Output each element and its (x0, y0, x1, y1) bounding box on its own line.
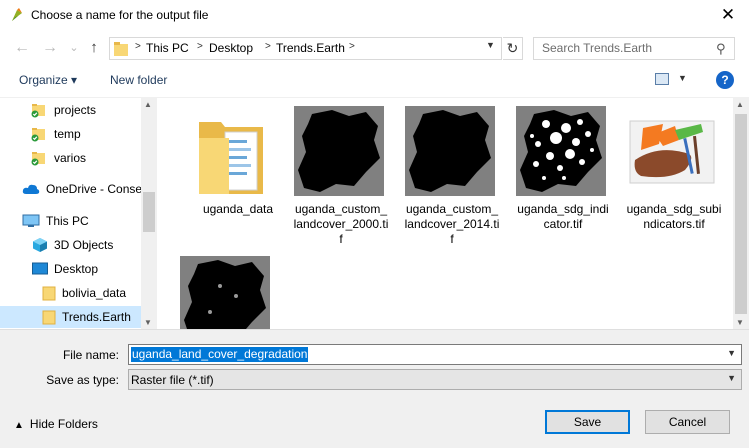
forward-arrow-icon[interactable]: → (40, 38, 60, 58)
refresh-icon[interactable]: ↻ (503, 37, 523, 60)
raster-thumbnail-icon (180, 256, 270, 330)
sidebar-item-temp[interactable]: temp (0, 123, 141, 145)
breadcrumb-this-pc[interactable]: This PC (146, 41, 189, 55)
hide-folders-button[interactable]: ▲ Hide Folders (14, 417, 98, 431)
sidebar-item-desktop[interactable]: Desktop (0, 258, 141, 280)
sidebar-item-label: Trends.Earth (62, 310, 131, 324)
sidebar-item-bolivia-data[interactable]: bolivia_data (0, 282, 141, 304)
sidebar-item-label: temp (54, 127, 81, 141)
window-title: Choose a name for the output file (31, 8, 209, 22)
address-bar[interactable]: > This PC > Desktop > Trends.Earth > ▼ (109, 37, 502, 60)
scrollbar-thumb[interactable] (735, 114, 747, 314)
raster-thumbnail-icon (516, 106, 606, 196)
file-name: uganda_custom_ landcover_2000.ti f (293, 202, 389, 246)
file-item-uganda-data[interactable]: uganda_data (185, 98, 293, 238)
sidebar-item-trends-earth[interactable]: Trends.Earth (0, 306, 141, 328)
scroll-up-icon[interactable]: ▲ (736, 100, 744, 109)
save-as-type-value: Raster file (*.tif) (131, 373, 214, 387)
hide-folders-label: Hide Folders (29, 417, 98, 431)
sidebar-item-varios[interactable]: varios (0, 147, 141, 169)
file-list: uganda_data uganda_custom_ landcover_200… (160, 98, 733, 330)
chevron-down-icon[interactable]: ▼ (486, 40, 496, 50)
large-folder-icon (199, 122, 263, 194)
sidebar-item-label: 3D Objects (54, 238, 114, 252)
new-folder-button[interactable]: New folder (110, 73, 167, 87)
file-name: uganda_sdg_subi ndicators.tif (626, 202, 722, 231)
file-item-landcover-2000[interactable]: uganda_custom_ landcover_2000.ti f (288, 98, 396, 246)
raster-thumbnail-icon (294, 106, 384, 196)
sidebar-item-onedrive[interactable]: OneDrive - Conse (0, 178, 143, 200)
folder-icon (114, 42, 128, 56)
breadcrumb-desktop[interactable]: Desktop (209, 41, 253, 55)
cube-icon (33, 238, 47, 252)
sidebar-item-label: Desktop (54, 262, 99, 276)
file-name: uganda_sdg_indi cator.tif (517, 202, 609, 231)
organize-button[interactable]: Organize ▾ (19, 73, 77, 87)
scrollbar-thumb[interactable] (143, 192, 155, 232)
close-button[interactable]: ✕ (712, 2, 744, 28)
scroll-up-icon[interactable]: ▲ (144, 100, 152, 109)
file-list-scrollbar[interactable]: ▲ ▼ (733, 98, 749, 330)
file-name: uganda_data (202, 202, 274, 216)
save-as-type-select[interactable]: Raster file (*.tif) ▼ (128, 369, 742, 390)
computer-icon (22, 214, 40, 227)
breadcrumb-trends-earth[interactable]: Trends.Earth (276, 41, 345, 55)
chevron-down-icon[interactable]: ▼ (727, 373, 736, 383)
cancel-button[interactable]: Cancel (645, 410, 730, 434)
chevron-down-icon[interactable]: ▼ (678, 73, 687, 83)
file-item-raster[interactable] (174, 248, 282, 330)
search-input[interactable] (542, 41, 712, 55)
folder-icon (42, 310, 56, 325)
breadcrumb-separator: > (265, 41, 271, 52)
title-bar: Choose a name for the output file ✕ (0, 0, 749, 31)
sidebar-item-label: varios (54, 151, 87, 165)
folder-check-icon (31, 152, 45, 166)
breadcrumb-separator: > (349, 41, 355, 52)
recent-locations-icon[interactable]: ⌄ (64, 38, 84, 58)
save-as-type-label: Save as type: (46, 373, 119, 387)
sidebar-item-label: bolivia_data (62, 286, 127, 300)
sidebar-scrollbar[interactable]: ▲ ▼ (141, 98, 157, 330)
file-name-field[interactable]: uganda_land_cover_degradation ▼ (128, 344, 742, 365)
command-bar: Organize ▾ New folder ▼ ? (0, 65, 749, 97)
file-item-sdg-indicator[interactable]: uganda_sdg_indi cator.tif (510, 98, 618, 238)
sidebar-item-this-pc[interactable]: This PC (0, 210, 141, 232)
sidebar-item-3d-objects[interactable]: 3D Objects (0, 234, 141, 256)
file-item-landcover-2014[interactable]: uganda_custom_ landcover_2014.ti f (399, 98, 507, 246)
folder-icon (42, 286, 56, 301)
file-name-label: File name: (62, 348, 119, 362)
folder-check-icon (31, 104, 45, 118)
breadcrumb-separator: > (135, 41, 141, 52)
sidebar-item-projects[interactable]: projects (0, 99, 141, 121)
raster-thumbnail-icon (405, 106, 495, 196)
save-form: File name: uganda_land_cover_degradation… (0, 329, 749, 448)
chevron-up-icon: ▲ (14, 420, 24, 431)
navigation-bar: ← → ⌄ ↑ > This PC > Desktop > Trends.Ear… (0, 31, 749, 65)
back-arrow-icon[interactable]: ← (12, 38, 32, 58)
sidebar-item-label: OneDrive - Conse (46, 182, 143, 196)
up-arrow-icon[interactable]: ↑ (84, 38, 104, 58)
scroll-down-icon[interactable]: ▼ (736, 318, 744, 327)
onedrive-cloud-icon (22, 184, 40, 194)
folder-check-icon (31, 128, 45, 142)
file-name: uganda_custom_ landcover_2014.ti f (404, 202, 500, 246)
help-icon[interactable]: ? (716, 71, 734, 89)
desktop-icon (32, 262, 48, 275)
browser-panes: projects temp varios OneDrive - Conse Th… (0, 97, 749, 330)
view-options-icon[interactable] (655, 73, 669, 85)
navigation-pane: projects temp varios OneDrive - Conse Th… (0, 98, 157, 330)
sidebar-item-label: projects (54, 103, 97, 117)
search-icon[interactable]: ⚲ (716, 41, 726, 57)
save-button[interactable]: Save (545, 410, 630, 434)
breadcrumb-separator: > (197, 41, 203, 52)
scroll-down-icon[interactable]: ▼ (144, 318, 152, 327)
qgis-icon (12, 8, 22, 21)
chevron-down-icon[interactable]: ▼ (727, 348, 736, 358)
file-item-sdg-subindicators[interactable]: uganda_sdg_subi ndicators.tif (621, 98, 729, 238)
paint-palette-icon (629, 120, 715, 184)
file-name-value[interactable]: uganda_land_cover_degradation (131, 347, 309, 362)
search-box[interactable]: ⚲ (533, 37, 735, 60)
sidebar-item-label: This PC (46, 214, 89, 228)
